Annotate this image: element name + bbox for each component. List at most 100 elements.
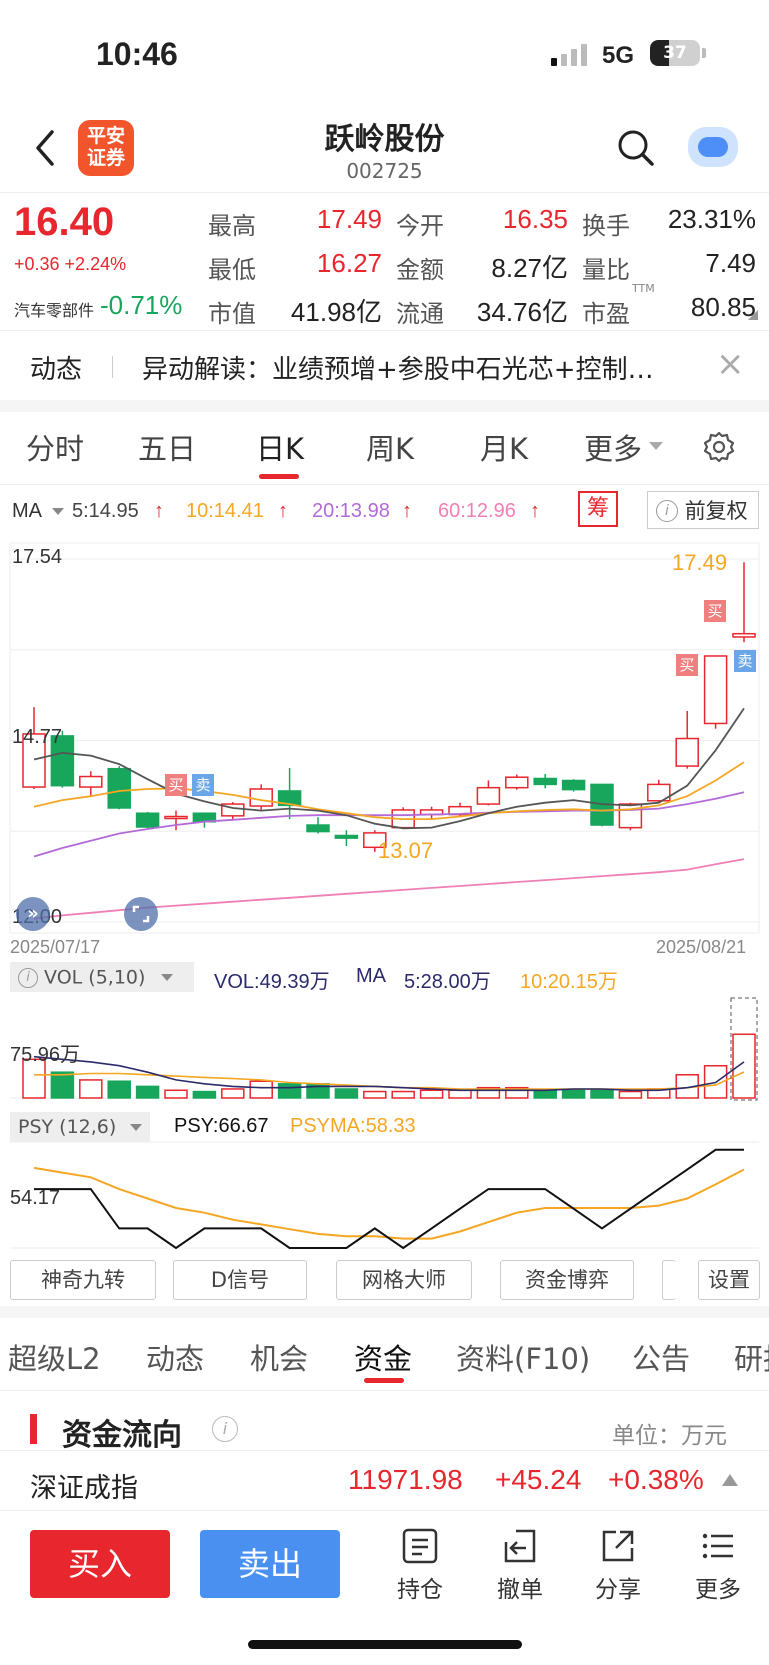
vol-ratio-label: 量比 <box>582 256 630 284</box>
vol-ma5-line <box>33 1055 745 1092</box>
buy-button[interactable]: 买入 <box>30 1530 170 1598</box>
volume-bar <box>533 1089 557 1099</box>
candle-body <box>561 779 586 791</box>
sell-button[interactable]: 卖出 <box>200 1530 340 1598</box>
volume-bar <box>590 1089 614 1099</box>
grid-master-button[interactable]: 网格大师 <box>336 1260 472 1300</box>
buy-signal-badge[interactable]: 买 <box>165 774 187 796</box>
gear-icon[interactable] <box>702 430 736 464</box>
index-name[interactable]: 深证成指 <box>30 1466 138 1505</box>
candle-body <box>79 775 103 788</box>
network-type: 5G <box>602 42 635 69</box>
volume-indicator-selector[interactable]: i VOL (5,10) <box>10 962 194 992</box>
buy-signal-badge[interactable]: 买 <box>676 654 698 676</box>
buy-signal-badge[interactable]: 买 <box>704 600 726 622</box>
news-tag: 动态 <box>30 355 83 385</box>
mktcap-label: 市值 <box>208 300 256 328</box>
search-icon[interactable] <box>616 128 656 168</box>
candle-body <box>164 815 188 820</box>
tab-five-day[interactable]: 五日 <box>138 426 196 468</box>
sell-signal-badge[interactable]: 卖 <box>192 774 214 796</box>
kline-chart[interactable] <box>0 540 769 1252</box>
ai-assistant-icon[interactable] <box>688 127 738 167</box>
expand-chart-icon[interactable]: » <box>16 897 50 931</box>
more-dropdown-icon[interactable] <box>649 442 663 450</box>
psy-value: PSY:66.67 <box>174 1115 269 1137</box>
candle-body <box>249 788 273 807</box>
info-icon[interactable]: i <box>212 1416 238 1442</box>
section-gap <box>0 400 769 412</box>
volume-bar <box>50 1071 75 1099</box>
psyma-value: PSYMA:58.33 <box>290 1115 416 1137</box>
holdings-button[interactable]: 持仓 <box>380 1526 460 1604</box>
tab-monthly-k[interactable]: 月K <box>480 426 528 468</box>
kline-y-top-label: 17.54 <box>12 546 63 568</box>
candle-body <box>675 737 699 767</box>
tab-daily-k[interactable]: 日K <box>256 426 304 468</box>
fund-flow-unit: 单位：万元 <box>612 1423 727 1449</box>
share-icon <box>602 1530 634 1562</box>
news-headline[interactable]: 异动解读：业绩预增+参股中石光芯+控制… <box>142 349 702 386</box>
volume-bar <box>79 1079 103 1099</box>
cancel-order-label: 撤单 <box>497 1577 543 1603</box>
ma60-arrow: ↑ <box>530 500 540 522</box>
ma-dropdown-icon[interactable] <box>52 508 64 515</box>
battery-nub <box>702 48 706 58</box>
d-signal-button[interactable]: D信号 <box>173 1260 307 1300</box>
expand-corner-icon[interactable] <box>748 310 758 320</box>
candle-body <box>306 824 330 833</box>
volume-bar <box>164 1089 188 1099</box>
triangle-up-icon <box>722 1474 738 1486</box>
tab-f10[interactable]: 资料(F10) <box>456 1336 590 1378</box>
fund-game-button[interactable]: 资金博弈 <box>500 1260 634 1300</box>
volume-y-label: 75.96万 <box>10 1044 81 1066</box>
sector-name[interactable]: 汽车零部件 <box>14 297 94 321</box>
tab-super-l2[interactable]: 超级L2 <box>8 1336 101 1378</box>
candle-body <box>703 655 728 725</box>
tab-news[interactable]: 动态 <box>146 1336 204 1378</box>
tab-intraday[interactable]: 分时 <box>26 426 84 468</box>
tab-weekly-k[interactable]: 周K <box>366 426 414 468</box>
vol-value: VOL:49.39万 <box>214 971 330 993</box>
news-separator <box>112 356 113 378</box>
tab-research[interactable]: 研报 <box>734 1336 769 1378</box>
psy-indicator-selector[interactable]: PSY (12,6) <box>10 1112 150 1142</box>
close-icon[interactable]: × <box>716 344 745 384</box>
sell-signal-badge[interactable]: 卖 <box>734 650 756 672</box>
status-time: 10:46 <box>96 36 178 72</box>
pe-label: 市盈 <box>582 300 630 328</box>
candle-body <box>533 777 557 786</box>
kline-min-label: 13.07 <box>378 838 434 863</box>
tab-announcements[interactable]: 公告 <box>632 1336 690 1378</box>
share-label: 分享 <box>595 1577 641 1603</box>
share-button[interactable]: 分享 <box>578 1526 658 1604</box>
candle-body <box>334 834 359 839</box>
sector-change[interactable]: -0.71% <box>100 290 182 321</box>
candle-body <box>732 632 756 638</box>
ma20-value: 20:13.98 <box>312 500 390 522</box>
price-adjust-button[interactable]: i 前复权 <box>647 491 759 529</box>
more-feature-button[interactable] <box>662 1260 676 1300</box>
vol-ma10: 10:20.15万 <box>520 971 618 993</box>
chip-distribution-button[interactable]: 筹 <box>578 491 618 527</box>
volume-bar <box>192 1090 217 1099</box>
open-label: 今开 <box>396 212 444 240</box>
settings-button[interactable]: 设置 <box>698 1260 760 1300</box>
tab-opportunity[interactable]: 机会 <box>250 1336 308 1378</box>
cancel-order-button[interactable]: 撤单 <box>480 1526 560 1604</box>
fullscreen-icon[interactable] <box>124 897 158 931</box>
low-label: 最低 <box>208 256 256 284</box>
open-value: 16.35 <box>502 204 568 234</box>
volume-bar <box>732 1033 756 1099</box>
kline-end-date: 2025/08/21 <box>656 937 747 957</box>
ma-label[interactable]: MA <box>12 500 42 523</box>
tab-more[interactable]: 更多 <box>584 426 642 468</box>
float-value: 34.76亿 <box>476 297 568 327</box>
kline-start-date: 2025/07/17 <box>10 937 101 957</box>
volume-bar <box>221 1088 245 1099</box>
more-button[interactable]: 更多 <box>678 1526 758 1604</box>
magic-nine-button[interactable]: 神奇九转 <box>10 1260 156 1300</box>
volume-bar <box>249 1080 273 1099</box>
divider <box>0 330 769 331</box>
tab-funds[interactable]: 资金 <box>354 1336 412 1378</box>
